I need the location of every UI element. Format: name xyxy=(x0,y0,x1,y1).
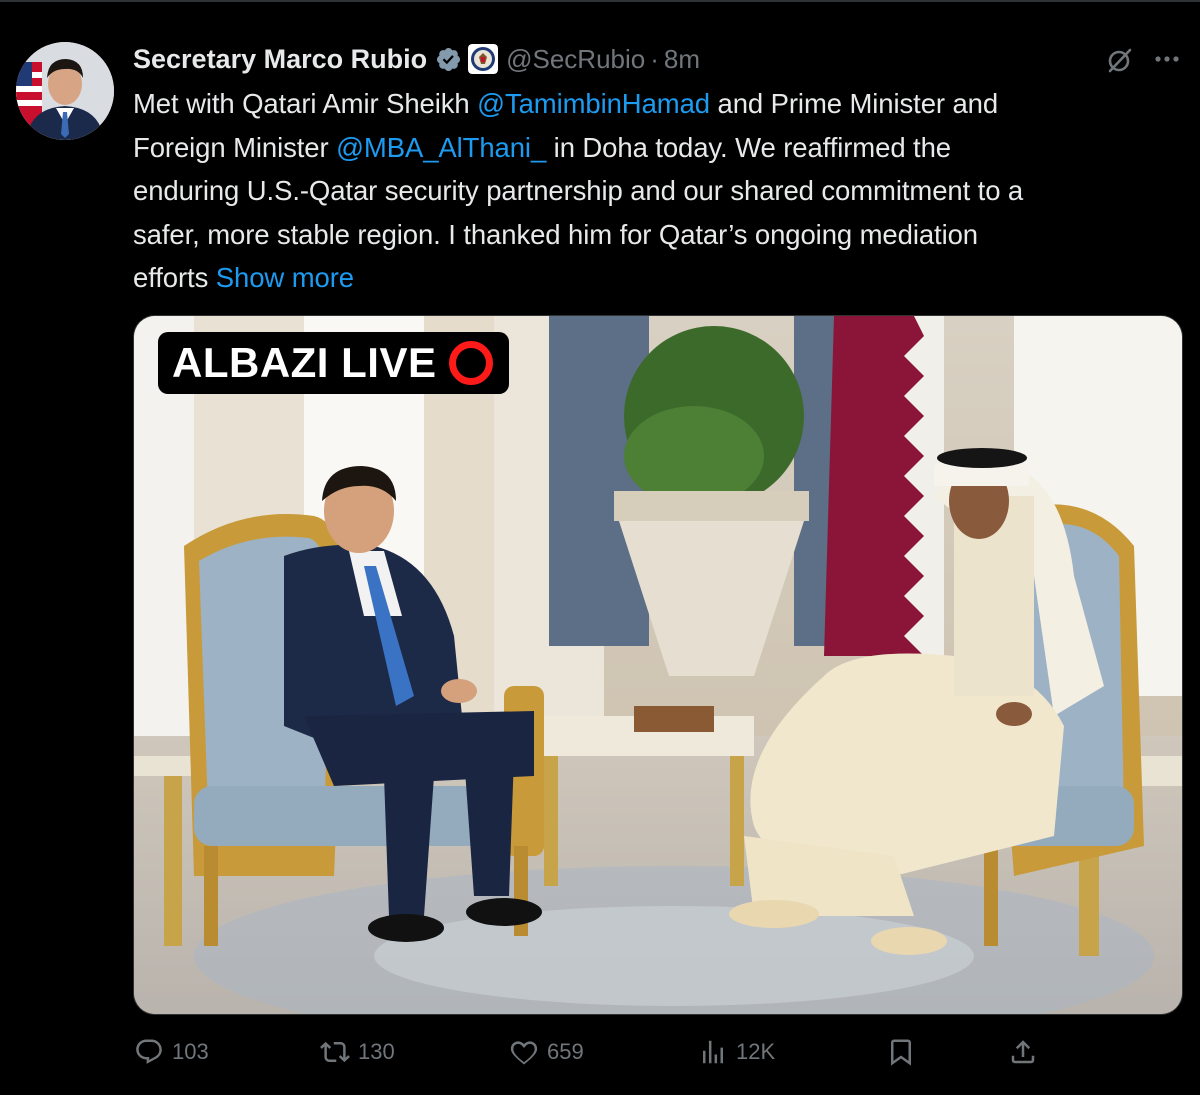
live-ring-icon xyxy=(448,341,493,385)
share-button[interactable] xyxy=(1008,1032,1038,1072)
repost-button[interactable]: 130 xyxy=(320,1032,395,1072)
reply-count: 103 xyxy=(172,1039,209,1064)
like-icon xyxy=(510,1041,538,1065)
more-options-icon[interactable] xyxy=(1152,46,1182,72)
mention-link[interactable]: @TamimbinHamad xyxy=(477,88,710,119)
tweet-text-line: Foreign Minister @MBA_AlThani_ in Doha t… xyxy=(133,131,951,163)
separator-dot: · xyxy=(650,43,659,74)
state-department-seal-icon xyxy=(468,44,499,74)
live-badge: ALBAZI LIVE xyxy=(158,332,509,394)
tweet-text-line: Met with Qatari Amir Sheikh @TamimbinHam… xyxy=(133,88,999,119)
live-badge-text: ALBAZI LIVE xyxy=(172,339,437,386)
views-button[interactable]: 12K xyxy=(698,1032,775,1072)
author-name[interactable]: Secretary Marco Rubio xyxy=(133,44,427,75)
avatar[interactable] xyxy=(16,42,114,140)
grok-icon[interactable] xyxy=(1106,46,1134,74)
bookmark-icon xyxy=(891,1039,911,1066)
views-count: 12K xyxy=(736,1039,776,1064)
action-bar: 103 130 659 12K xyxy=(0,1032,1200,1072)
like-button[interactable]: 659 xyxy=(509,1032,584,1072)
mention-link[interactable]: @MBA_AlThani_ xyxy=(336,132,546,163)
reply-icon xyxy=(136,1039,162,1064)
tweet-text: Met with Qatari Amir Sheikh @TamimbinHam… xyxy=(133,82,1183,300)
repost-count: 130 xyxy=(358,1039,395,1064)
verified-badge-icon[interactable] xyxy=(435,46,462,73)
tweet[interactable]: Secretary Marco Rubio @SecRubio · 8m Met… xyxy=(0,0,1200,1095)
show-more-link[interactable]: Show more xyxy=(216,262,354,293)
tweet-text-line: enduring U.S.-Qatar security partnership… xyxy=(133,175,1024,206)
share-icon xyxy=(1011,1040,1035,1064)
tweet-media[interactable]: ALBAZI LIVE xyxy=(133,315,1183,1015)
author-handle[interactable]: @SecRubio xyxy=(506,44,645,75)
tweet-text-line: safer, more stable region. I thanked him… xyxy=(133,218,978,250)
views-icon xyxy=(703,1040,723,1064)
bookmark-button[interactable] xyxy=(886,1032,916,1072)
tweet-text-line: efforts Show more xyxy=(133,262,354,293)
like-count: 659 xyxy=(547,1039,584,1064)
meeting-photo xyxy=(134,316,1182,1014)
tweet-header: Secretary Marco Rubio @SecRubio · 8m xyxy=(133,40,700,78)
repost-icon xyxy=(320,1041,350,1063)
reply-button[interactable]: 103 xyxy=(134,1032,209,1072)
timestamp[interactable]: 8m xyxy=(664,44,700,75)
